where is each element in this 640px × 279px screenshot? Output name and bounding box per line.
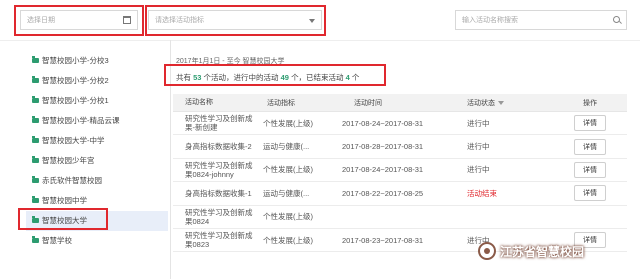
activity-name: 研究性学习及创新成果0824 <box>185 207 253 226</box>
activity-time: 2017-08-22~2017-08-25 <box>342 188 424 198</box>
folder-icon <box>32 156 39 164</box>
table-row: 研究性学习及创新成果0824-johnny 个性发展(上级) 2017-08-2… <box>173 159 627 183</box>
activity-status: 进行中 <box>467 165 490 175</box>
header-indicator: 活动指标 <box>267 99 295 107</box>
folder-icon <box>32 176 39 184</box>
table-row: 身高指标数据收集-2 运动与健康(... 2017-08-28~2017-08-… <box>173 135 627 159</box>
sidebar-item-label: 智慧学校 <box>42 236 72 246</box>
sidebar-item-school[interactable]: 智慧校园小学-精品云课 <box>26 110 168 130</box>
detail-button[interactable]: 详情 <box>574 161 606 178</box>
activity-time: 2017-08-24~2017-08-31 <box>342 165 424 175</box>
search-icon[interactable] <box>613 16 620 23</box>
annotation-box-school <box>18 208 108 230</box>
sidebar-item-label: 智慧校园小学-分校3 <box>42 55 109 65</box>
wechat-logo-icon <box>478 242 496 260</box>
folder-icon <box>32 95 39 103</box>
header-time: 活动时间 <box>354 99 382 107</box>
activity-indicator: 运动与健康(... <box>263 188 310 198</box>
activity-indicator: 个性发展(上级) <box>263 235 313 245</box>
activity-table: 活动名称 活动指标 活动时间 活动状态 操作 研究性学习及创新成果-新创建 个性… <box>173 94 627 253</box>
sidebar-item-school[interactable]: 智慧校园少年宫 <box>26 150 168 170</box>
header-action: 操作 <box>583 99 597 107</box>
sidebar-item-label: 智慧校园小学-分校1 <box>42 95 109 105</box>
activity-time: 2017-08-28~2017-08-31 <box>342 142 424 152</box>
activity-indicator: 个性发展(上级) <box>263 165 313 175</box>
activity-indicator: 个性发展(上级) <box>263 212 313 222</box>
activity-name: 研究性学习及创新成果-新创建 <box>185 114 253 133</box>
folder-icon <box>32 196 39 204</box>
sidebar-item-school[interactable]: 智慧校园小学-分校1 <box>26 90 168 110</box>
activity-indicator: 运动与健康(... <box>263 142 310 152</box>
sidebar-item-school[interactable]: 智慧校园小学-分校3 <box>26 50 168 70</box>
header-divider <box>0 40 640 41</box>
sidebar-item-label: 智慧校园少年宫 <box>42 156 95 166</box>
search-input[interactable]: 输入活动名称搜索 <box>455 10 627 30</box>
sidebar-item-label: 智慧校园中学 <box>42 196 87 206</box>
watermark: 江苏省智慧校园 <box>478 242 584 260</box>
header-name: 活动名称 <box>185 99 213 106</box>
activity-name: 身高指标数据收集-1 <box>185 188 252 198</box>
activity-status: 进行中 <box>467 142 490 152</box>
table-header: 活动名称 活动指标 活动时间 活动状态 操作 <box>173 94 627 112</box>
sidebar-item-school[interactable]: 赤氏软件智慧校园 <box>26 171 168 191</box>
detail-button[interactable]: 详情 <box>574 115 606 132</box>
table-row: 身高指标数据收集-1 运动与健康(... 2017-08-22~2017-08-… <box>173 182 627 206</box>
table-row: 研究性学习及创新成果-新创建 个性发展(上级) 2017-08-24~2017-… <box>173 112 627 136</box>
folder-icon <box>32 135 39 143</box>
detail-button[interactable]: 详情 <box>574 138 606 155</box>
annotation-box-date <box>14 5 144 36</box>
activity-name: 研究性学习及创新成果0824-johnny <box>185 160 253 179</box>
activity-indicator: 个性发展(上级) <box>263 118 313 128</box>
detail-button[interactable]: 详情 <box>574 185 606 202</box>
activity-status: 进行中 <box>467 118 490 128</box>
table-row: 研究性学习及创新成果0824 个性发展(上级) <box>173 206 627 229</box>
sidebar-item-school[interactable]: 智慧校园大学-中学 <box>26 130 168 150</box>
activity-name: 身高指标数据收集-2 <box>185 142 252 152</box>
annotation-box-summary <box>164 64 386 86</box>
sidebar-item-label: 智慧校园小学-精品云课 <box>42 115 120 125</box>
activity-time: 2017-08-24~2017-08-31 <box>342 118 424 128</box>
sidebar-item-school[interactable]: 智慧校园小学-分校2 <box>26 70 168 90</box>
folder-icon <box>32 115 39 123</box>
activity-name: 研究性学习及创新成果0823 <box>185 231 253 250</box>
sidebar-item-label: 赤氏软件智慧校园 <box>42 176 102 186</box>
sidebar-item-label: 智慧校园大学-中学 <box>42 135 105 145</box>
folder-icon <box>32 236 39 244</box>
activity-time: 2017-08-23~2017-08-31 <box>342 235 424 245</box>
folder-icon <box>32 55 39 63</box>
filter-icon[interactable] <box>498 100 504 105</box>
annotation-box-indicator <box>145 5 326 36</box>
header-status[interactable]: 活动状态 <box>455 98 553 108</box>
activity-status-ended: 活动结束 <box>467 188 497 198</box>
sidebar-item-school[interactable]: 智慧学校 <box>26 231 168 251</box>
folder-icon <box>32 75 39 83</box>
watermark-text: 江苏省智慧校园 <box>500 244 585 259</box>
sidebar-item-label: 智慧校园小学-分校2 <box>42 75 109 85</box>
search-placeholder: 输入活动名称搜索 <box>462 17 518 24</box>
